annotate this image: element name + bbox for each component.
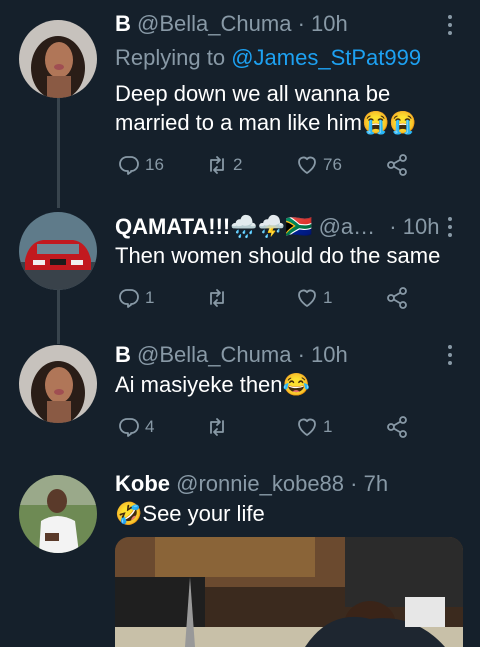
share-button[interactable]	[385, 283, 413, 313]
retweet-button[interactable]: 2	[205, 150, 242, 180]
like-count: 1	[323, 288, 333, 307]
reply-count: 1	[145, 288, 155, 307]
user-handle[interactable]: @Bella_Chuma	[137, 11, 291, 36]
like-icon	[298, 418, 316, 436]
tweet-text: 🤣See your life	[115, 501, 265, 526]
share-icon	[387, 416, 407, 438]
retweet-button[interactable]	[205, 412, 233, 442]
action-bar: 16 2 76	[115, 150, 425, 180]
reply-button[interactable]: 1	[117, 283, 154, 313]
action-bar: 4 1	[115, 412, 425, 442]
separator: ·	[297, 11, 305, 36]
reply-count: 4	[145, 417, 155, 436]
separator: ·	[297, 342, 305, 367]
tweet-header: Kobe @ronnie_kobe88 · 7h	[115, 471, 388, 497]
timestamp[interactable]: 10h	[311, 11, 348, 36]
reply-icon	[119, 418, 139, 437]
timestamp[interactable]: 10h	[403, 214, 440, 239]
tweet-header: B @Bella_Chuma · 10h	[115, 11, 348, 37]
tweet[interactable]: Kobe @ronnie_kobe88 · 7h 🤣See your life	[0, 0, 480, 647]
timestamp[interactable]: 10h	[311, 342, 348, 367]
retweet-icon	[210, 156, 224, 174]
display-name[interactable]: B	[115, 11, 131, 36]
reply-count: 16	[145, 155, 164, 174]
like-button[interactable]: 1	[295, 283, 332, 313]
retweet-icon	[210, 289, 224, 307]
tweet-header: QAMATA!!!🌧️⛈️🇿🇦 @a… · 10h	[115, 214, 439, 240]
avatar[interactable]	[19, 212, 97, 290]
reply-button[interactable]: 16	[117, 150, 164, 180]
tweet-media-image[interactable]	[115, 537, 463, 647]
timestamp[interactable]: 7h	[364, 471, 388, 496]
avatar[interactable]	[19, 345, 97, 423]
display-name[interactable]: QAMATA!!!🌧️⛈️🇿🇦	[115, 214, 312, 239]
replying-to-label: Replying to	[115, 45, 226, 70]
user-handle[interactable]: @ronnie_kobe88	[176, 471, 344, 496]
like-button[interactable]: 1	[295, 412, 332, 442]
separator: ·	[389, 214, 397, 239]
replying-to: Replying to @James_StPat999	[115, 45, 421, 71]
like-icon	[298, 289, 316, 307]
tweet[interactable]: B @Bella_Chuma · 10h Replying to @James_…	[0, 0, 480, 195]
display-name[interactable]: Kobe	[115, 471, 170, 496]
like-button[interactable]: 76	[295, 150, 342, 180]
share-button[interactable]	[385, 412, 413, 442]
more-icon[interactable]	[440, 12, 460, 38]
avatar[interactable]	[19, 20, 97, 98]
reply-icon	[119, 289, 139, 308]
like-count: 76	[323, 155, 342, 174]
more-icon[interactable]	[440, 342, 460, 368]
mention-link[interactable]: @James_StPat999	[231, 45, 421, 70]
display-name[interactable]: B	[115, 342, 131, 367]
reply-button[interactable]: 4	[117, 412, 154, 442]
retweet-button[interactable]	[205, 283, 233, 313]
share-icon	[387, 154, 407, 176]
user-handle[interactable]: @a…	[319, 214, 376, 239]
retweet-count: 2	[233, 155, 243, 174]
separator: ·	[350, 471, 358, 496]
tweet-text: Deep down we all wanna be married to a m…	[115, 81, 417, 135]
more-icon[interactable]	[440, 214, 460, 240]
retweet-icon	[210, 418, 224, 436]
like-count: 1	[323, 417, 333, 436]
action-bar: 1 1	[115, 283, 425, 313]
reply-icon	[119, 156, 139, 175]
like-icon	[298, 156, 316, 174]
share-icon	[387, 287, 407, 309]
avatar[interactable]	[19, 475, 97, 553]
tweet-header: B @Bella_Chuma · 10h	[115, 342, 348, 368]
tweet-text: Then women should do the same	[115, 243, 441, 268]
user-handle[interactable]: @Bella_Chuma	[137, 342, 291, 367]
tweet-text: Ai masiyeke then😂	[115, 372, 310, 397]
share-button[interactable]	[385, 150, 413, 180]
